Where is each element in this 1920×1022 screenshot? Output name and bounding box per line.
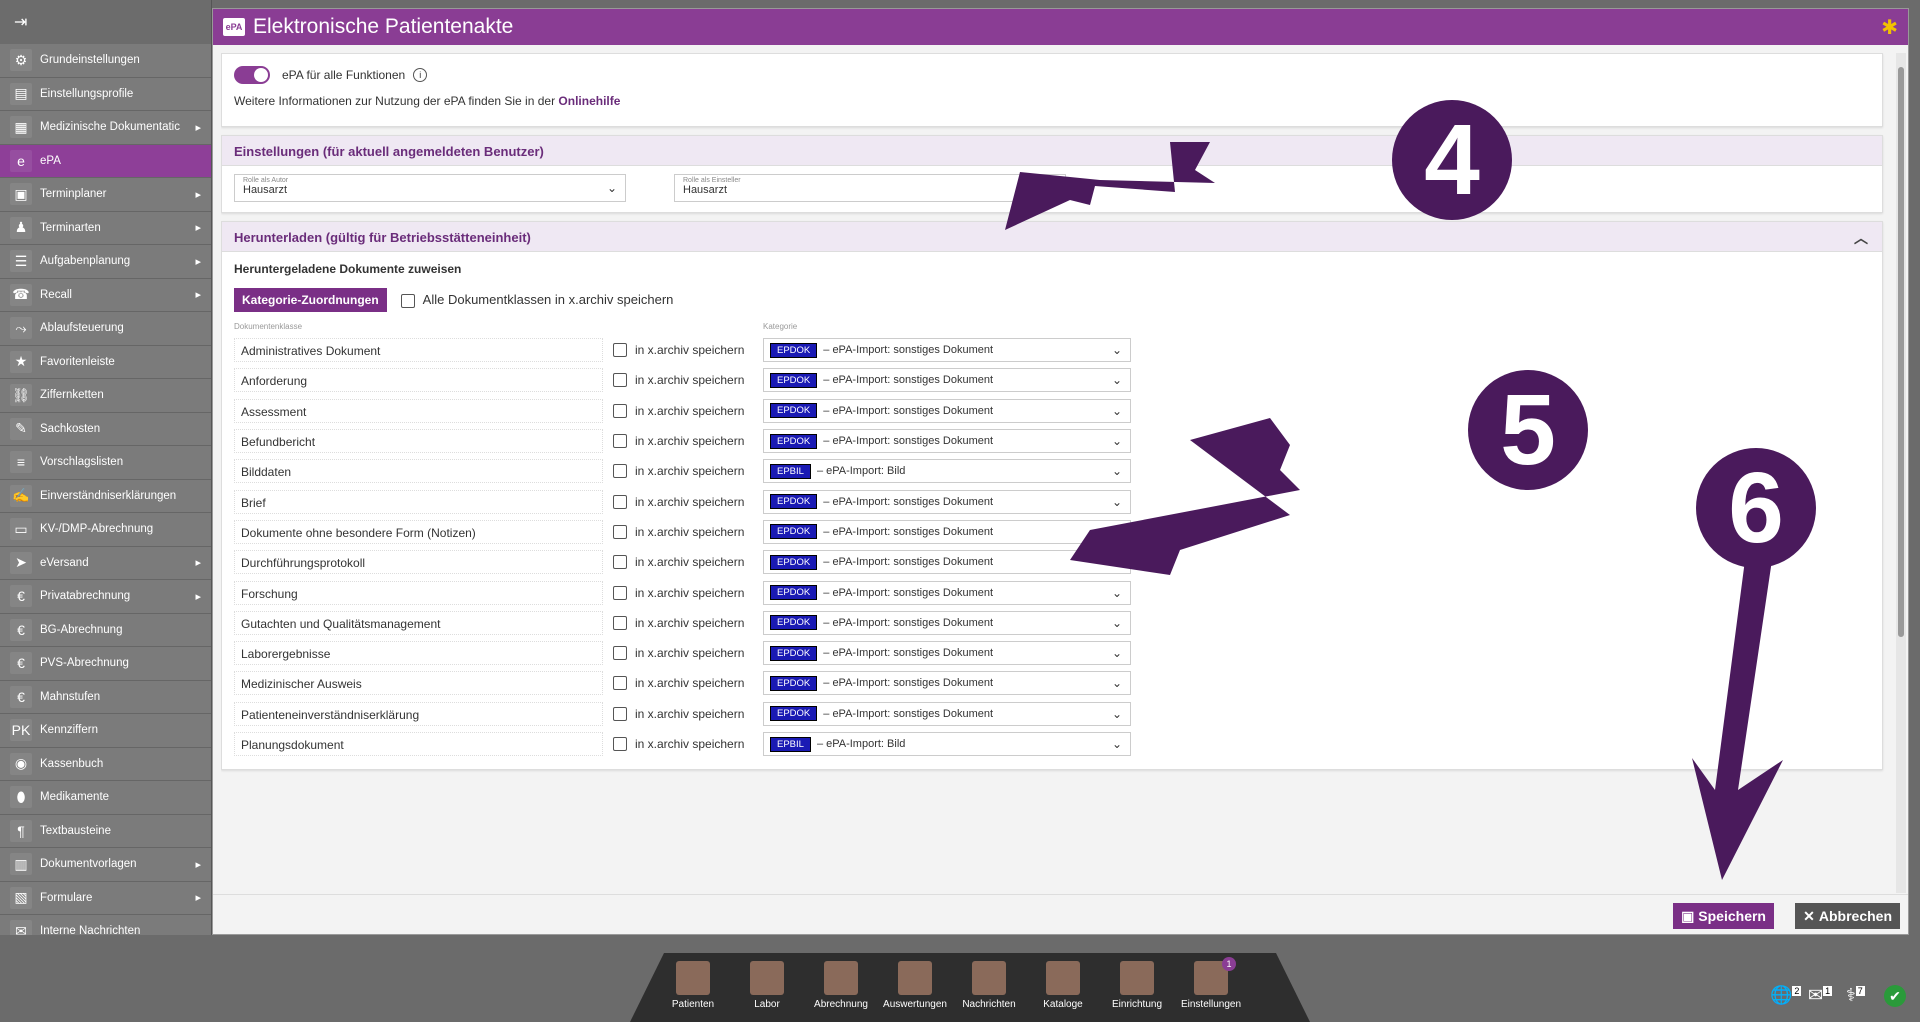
taskbar-label: Patienten xyxy=(671,999,715,1010)
notification-badge: 1 xyxy=(1222,957,1236,971)
annotation-5: 5 xyxy=(1468,370,1588,490)
mail-icon xyxy=(972,961,1006,995)
taskbar-item-auswertungen[interactable]: Auswertungen xyxy=(882,961,948,1010)
taskbar-item-labor[interactable]: Labor xyxy=(734,961,800,1010)
check-icon[interactable]: ✔ xyxy=(1884,985,1906,1007)
annotation-4: 4 xyxy=(1392,100,1512,220)
tray-count: 2 xyxy=(1792,986,1802,996)
taskbar-item-einrichtung[interactable]: Einrichtung xyxy=(1104,961,1170,1010)
chart-icon xyxy=(898,961,932,995)
taskbar-label: Einstellungen xyxy=(1180,999,1242,1010)
taskbar-label: Auswertungen xyxy=(883,999,947,1010)
network-icon xyxy=(1120,961,1154,995)
taskbar: Patienten Labor Abrechnung Auswertungen Nach… xyxy=(630,953,1310,1022)
taskbar-label: Labor xyxy=(754,999,780,1010)
taskbar-label: Abrechnung xyxy=(814,999,868,1010)
taskbar-label: Nachrichten xyxy=(962,999,1016,1010)
taskbar-label: Einrichtung xyxy=(1111,999,1163,1010)
taskbar-item-patienten[interactable]: Patienten xyxy=(660,961,726,1010)
annotation-6: 6 xyxy=(1696,448,1816,568)
patients-icon xyxy=(676,961,710,995)
envelope-icon-glyph: ✉ xyxy=(1808,985,1824,1005)
taskbar-label: Kataloge xyxy=(1043,999,1083,1010)
annotation-arrow-5 xyxy=(1070,418,1300,575)
taskbar-item-abrechnung[interactable]: Abrechnung xyxy=(808,961,874,1010)
annotation-arrows xyxy=(1005,142,1783,880)
globe-icon[interactable]: 🌐 2 xyxy=(1770,985,1802,1016)
billing-icon xyxy=(824,961,858,995)
envelope-icon[interactable]: ✉ 1 xyxy=(1808,985,1833,1016)
tray-count: 7 xyxy=(1855,986,1865,996)
annotation-arrow-4 xyxy=(1005,142,1215,230)
check-icon-glyph: ✔ xyxy=(1889,988,1901,1004)
stethoscope-icon[interactable]: ⚕ 7 xyxy=(1846,985,1865,1016)
lab-flask-icon xyxy=(750,961,784,995)
annotation-arrow-6 xyxy=(1692,560,1783,880)
taskbar-item-kataloge[interactable]: Kataloge xyxy=(1030,961,1096,1010)
stethoscope-icon-glyph: ⚕ xyxy=(1846,985,1856,1005)
tray-count: 1 xyxy=(1823,986,1833,996)
taskbar-item-einstellungen[interactable]: Einstellungen 1 xyxy=(1178,957,1244,1010)
taskbar-item-nachrichten[interactable]: Nachrichten xyxy=(956,961,1022,1010)
catalog-icon xyxy=(1046,961,1080,995)
globe-icon-glyph: 🌐 xyxy=(1770,985,1793,1005)
